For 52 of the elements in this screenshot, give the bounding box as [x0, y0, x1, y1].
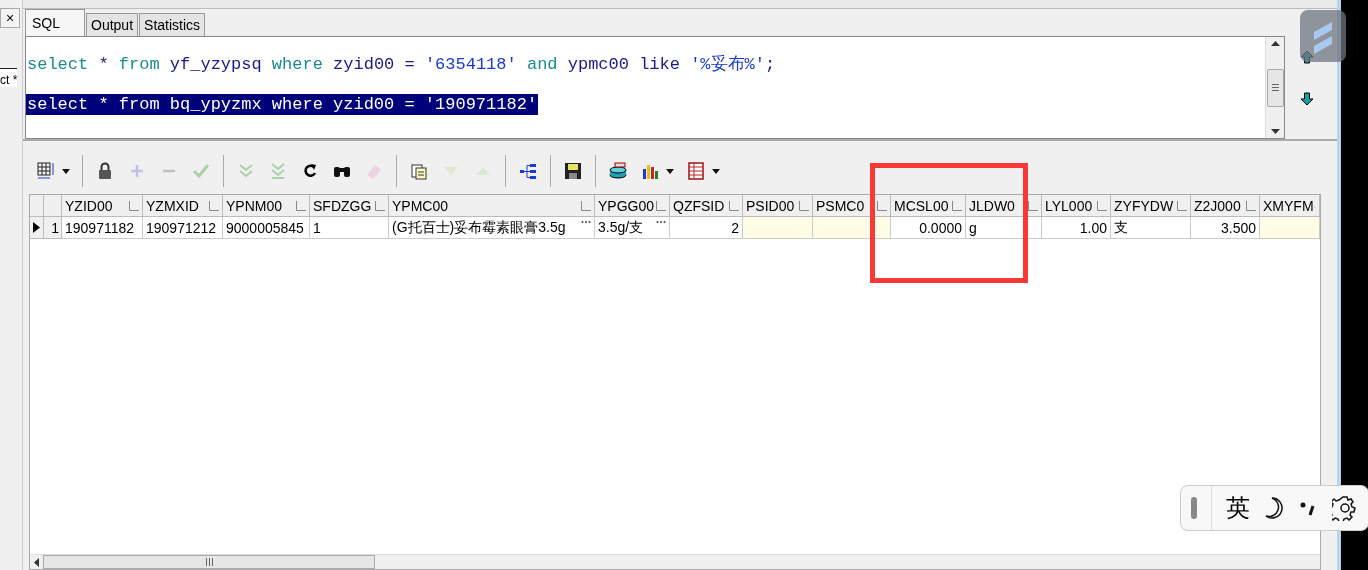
- scroll-up-icon[interactable]: [1270, 41, 1280, 46]
- column-button-icon[interactable]: [129, 200, 139, 211]
- table-icon[interactable]: [686, 161, 706, 181]
- table-cell: 190971182: [62, 217, 143, 239]
- column-button-icon[interactable]: [656, 200, 666, 211]
- table-cell: 1.00: [1042, 217, 1111, 239]
- horizontal-scrollbar[interactable]: [30, 554, 1320, 569]
- table-cell: 190971212: [143, 217, 223, 239]
- vertical-scrollbar[interactable]: [1265, 37, 1284, 138]
- table-cell: 1: [310, 217, 389, 239]
- column-button-icon[interactable]: [877, 200, 887, 211]
- settings-icon[interactable]: [1332, 495, 1358, 521]
- table-cell: 9000005845: [223, 217, 310, 239]
- code-line: select * from yf_yzypsq where zyid00 = '6354118' and ypmc00 like '%妥布%';: [26, 54, 777, 75]
- dropdown-caret-icon[interactable]: [712, 168, 720, 174]
- column-button-icon[interactable]: [209, 200, 219, 211]
- tab-label: ct *: [0, 68, 18, 87]
- row-number: 1: [44, 217, 62, 239]
- column-button-icon[interactable]: [581, 200, 591, 211]
- column-button-icon[interactable]: [375, 200, 385, 211]
- column-button-icon[interactable]: [1177, 200, 1187, 211]
- column-button-icon[interactable]: [952, 200, 962, 211]
- move-down-icon[interactable]: [1300, 92, 1314, 106]
- table-cell: 3.5g/支: [595, 217, 670, 239]
- column-button-icon[interactable]: [1028, 200, 1038, 211]
- sql-editor[interactable]: select * from yf_yzypsq where zyid00 = '6354118' and ypmc00 like '%妥布%'; select * from bq_ypyzmx where yzid00 = '190971182': [25, 36, 1285, 139]
- floating-assistant-icon[interactable]: [1300, 10, 1346, 62]
- column-button-icon[interactable]: [729, 200, 739, 211]
- tab[interactable]: Statistics: [139, 13, 206, 36]
- row-indicator[interactable]: [30, 217, 45, 239]
- tab[interactable]: Output: [86, 13, 139, 36]
- scroll-down-icon[interactable]: [1270, 129, 1280, 134]
- header-cell: [30, 195, 45, 217]
- drag-handle-icon[interactable]: [1191, 497, 1197, 519]
- moon-icon[interactable]: [1264, 496, 1286, 520]
- table-cell: (G托百士)妥布霉素眼膏3.5g: [389, 217, 595, 239]
- language-toggle[interactable]: 英: [1226, 492, 1250, 524]
- column-button-icon[interactable]: [1246, 200, 1256, 211]
- column-button-icon[interactable]: [1097, 200, 1107, 211]
- ellipsis-icon[interactable]: [656, 220, 666, 224]
- ellipsis-icon[interactable]: [581, 220, 591, 224]
- dropdown-caret-icon[interactable]: [62, 168, 70, 174]
- close-button[interactable]: ×: [0, 8, 20, 28]
- tab[interactable]: SQL: [25, 9, 85, 36]
- grid-icon[interactable]: [36, 161, 56, 181]
- column-button-icon[interactable]: [799, 200, 809, 211]
- column-button-icon[interactable]: [296, 200, 306, 211]
- dropdown-caret-icon[interactable]: [666, 168, 674, 174]
- table-cell: 支: [1111, 217, 1191, 239]
- table-cell: g: [966, 217, 1042, 239]
- table-cell: 0.0000: [891, 217, 966, 239]
- scroll-left-icon[interactable]: [34, 557, 39, 567]
